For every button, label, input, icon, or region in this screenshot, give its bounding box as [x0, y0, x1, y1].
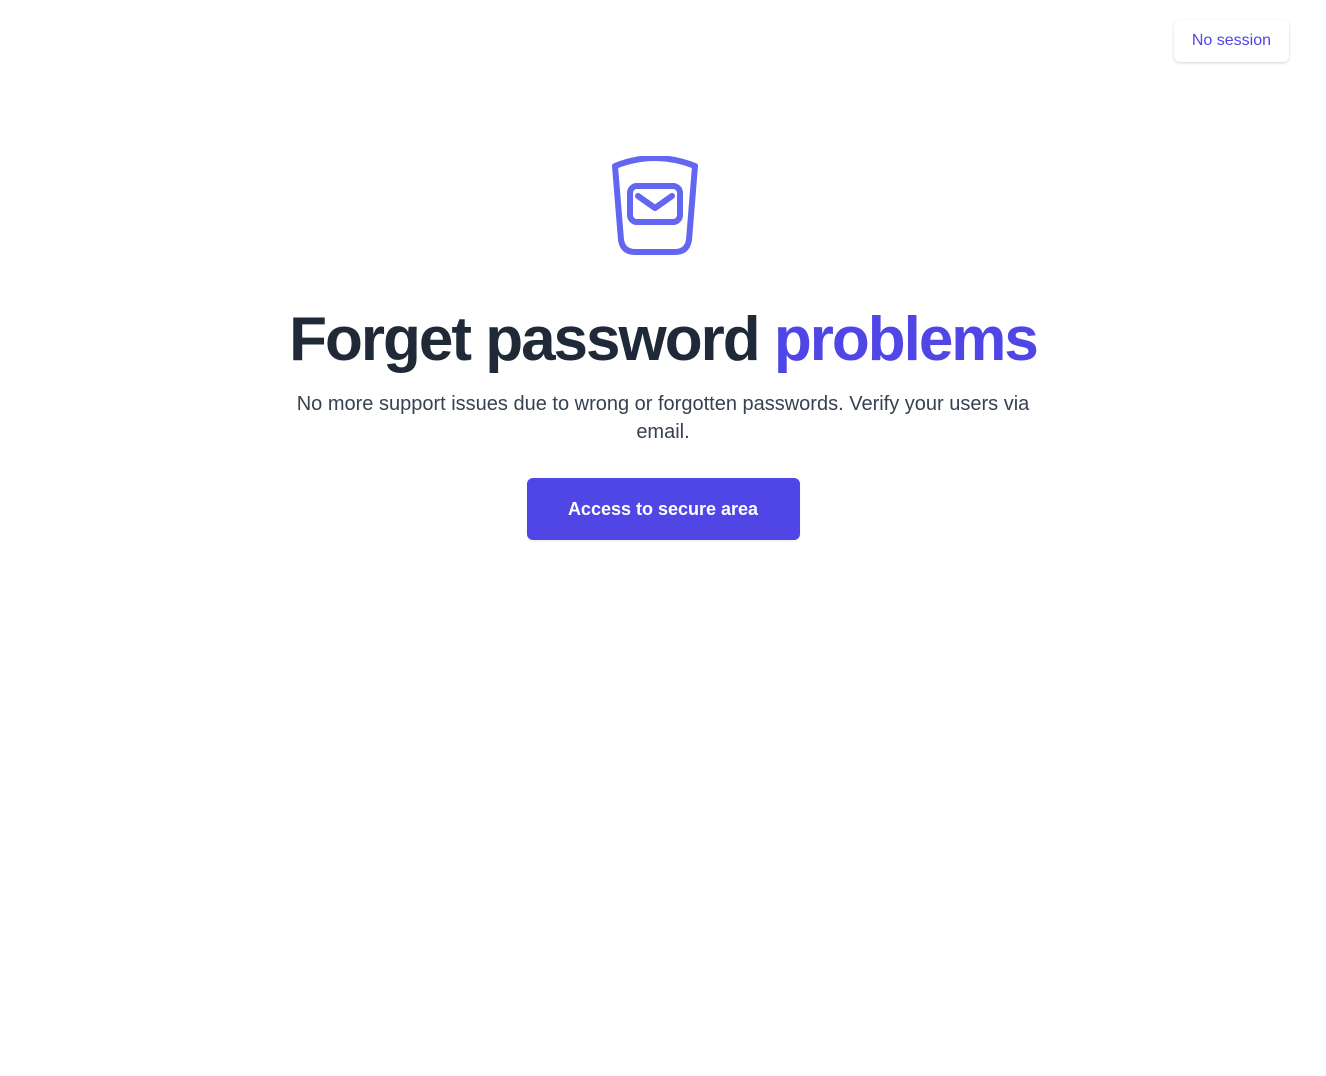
shield-mail-icon [612, 156, 698, 255]
access-secure-area-button[interactable]: Access to secure area [526, 478, 800, 540]
page-title-main: Forget password [289, 305, 774, 374]
hero-section: Forget password problems No more support… [0, 156, 1326, 540]
page-title-accent: problems [773, 305, 1039, 374]
page-title: Forget password problems [289, 304, 1039, 376]
landing-page: No session Forget password problems No m… [0, 0, 1326, 1076]
page-subtitle: No more support issues due to wrong or f… [296, 393, 1030, 443]
session-status-badge[interactable]: No session [1173, 20, 1289, 62]
